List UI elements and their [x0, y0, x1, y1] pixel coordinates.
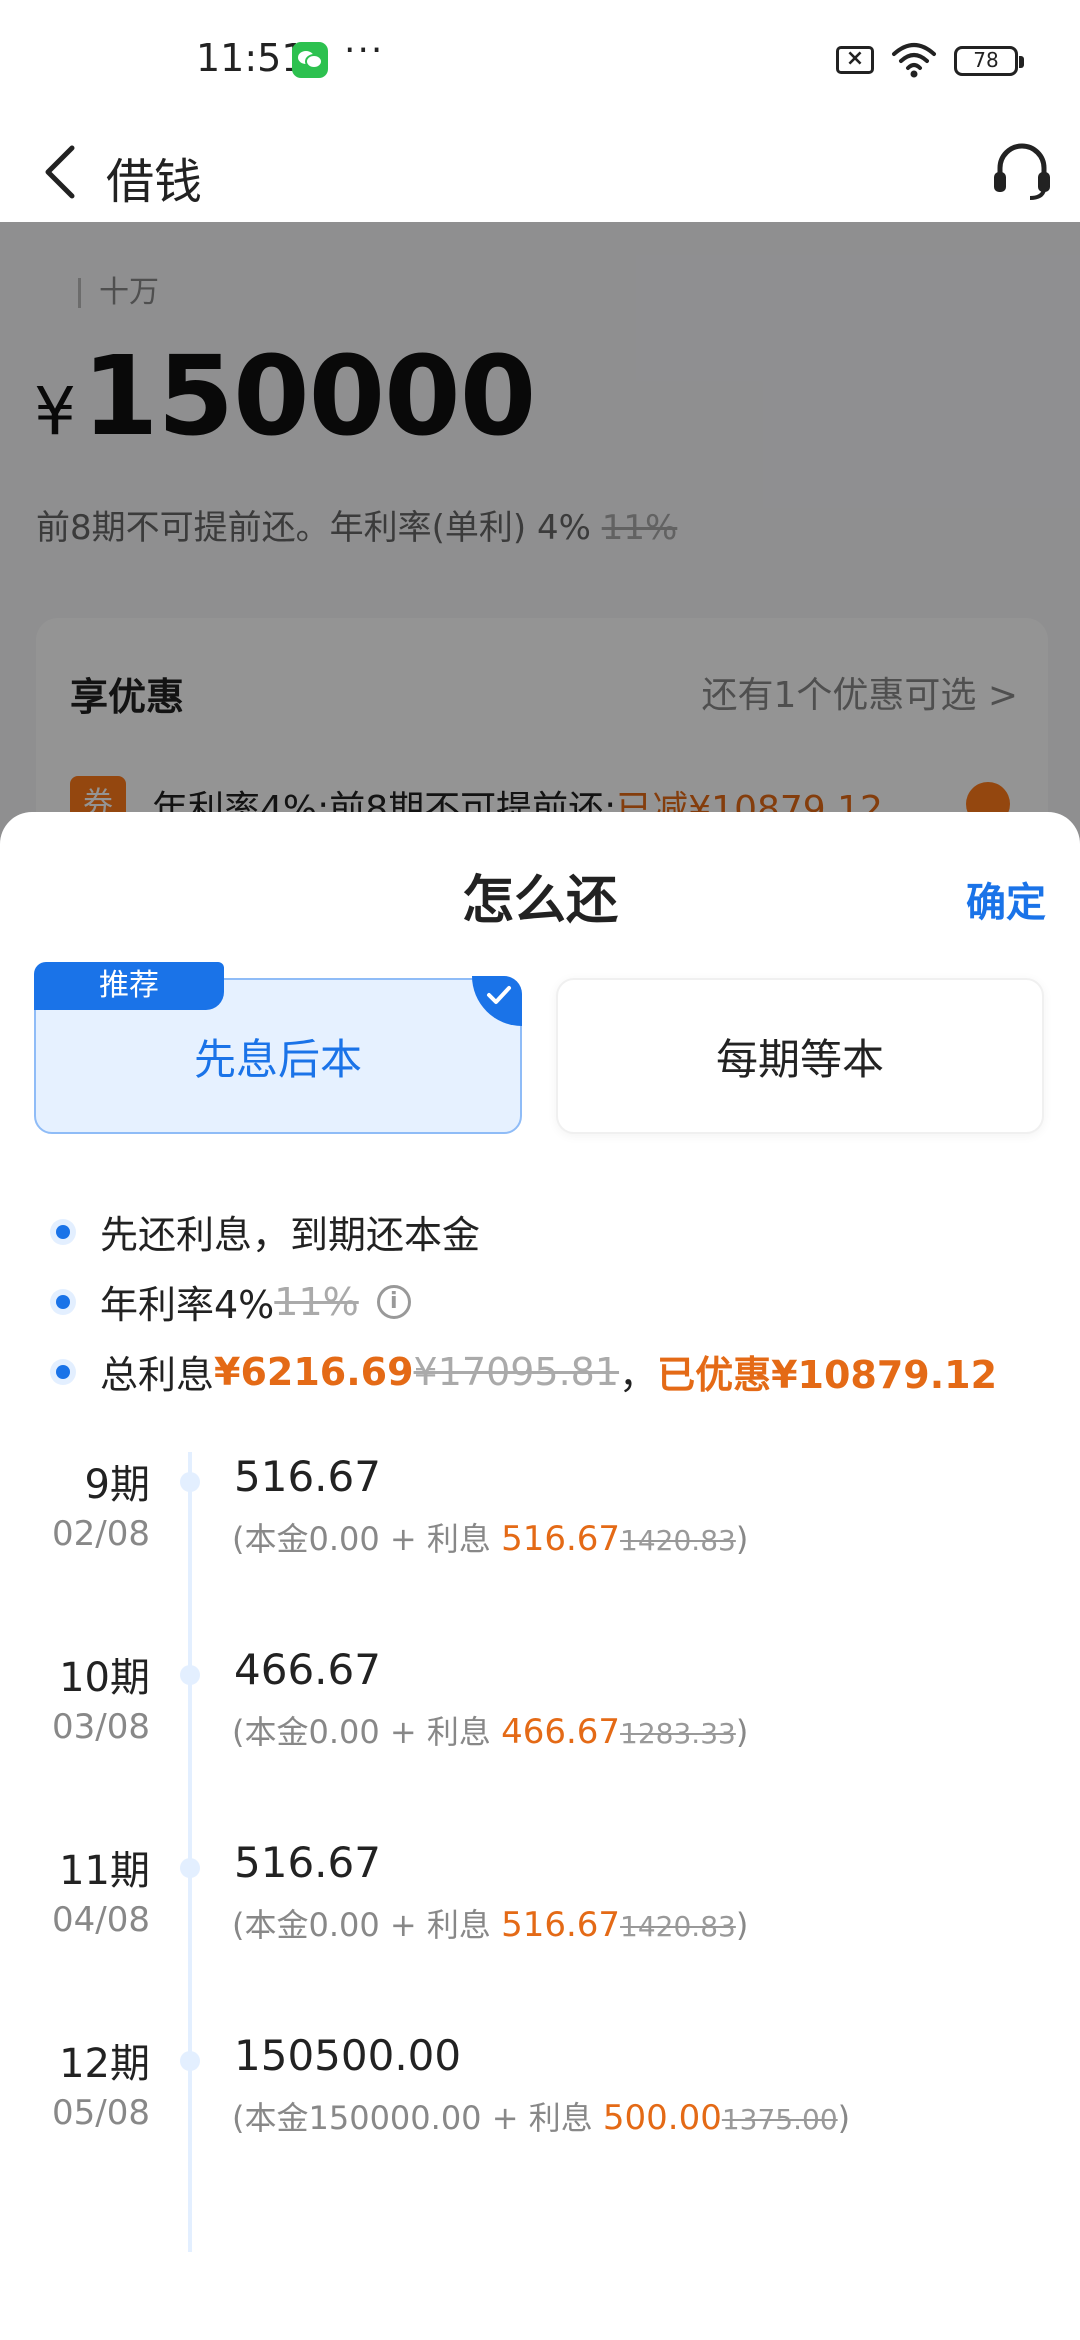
option-label: 先息后本: [193, 1034, 362, 1084]
option-label: 每期等本: [715, 1034, 884, 1084]
detail-principal: (本金0.00 + 利息: [232, 1520, 502, 1558]
wifi-icon: [892, 43, 936, 78]
detail-interest: 516.67: [501, 1519, 621, 1559]
period-date: 04/08: [52, 1900, 150, 1940]
recommend-badge: 推荐: [34, 962, 224, 1010]
confirm-button[interactable]: 确定: [966, 870, 1046, 928]
status-time: 11:51: [196, 36, 306, 80]
period-label: 12期: [59, 2041, 150, 2087]
status-bar: 11:51 ··· × 78: [0, 0, 1080, 120]
period-label: 9期: [84, 1462, 150, 1508]
feature-interest-label: 总利息: [100, 1353, 215, 1397]
period-amount: 516.67: [234, 1838, 381, 1887]
back-button[interactable]: [30, 132, 90, 212]
detail-principal: (本金150000.00 + 利息: [232, 2099, 603, 2137]
period-label: 11期: [59, 1848, 150, 1894]
info-icon[interactable]: i: [376, 1284, 411, 1319]
feature-text: 先还利息，到期还本金: [100, 1213, 481, 1257]
wechat-icon: [292, 42, 328, 78]
feature-sep: ，: [619, 1353, 658, 1397]
timeline-dot: [180, 1472, 200, 1492]
timeline-dot: [180, 2051, 200, 2071]
timeline-dot: [180, 1665, 200, 1685]
feature-interest: ¥6216.69: [214, 1349, 414, 1394]
option-equal-principal[interactable]: 每期等本: [556, 978, 1044, 1134]
period-date: 02/08: [52, 1514, 150, 1554]
more-notifications-icon: ···: [344, 30, 385, 71]
bullet-icon: [56, 1224, 70, 1239]
detail-interest-old: 1375.00: [721, 2103, 838, 2136]
detail-interest-old: 1420.83: [620, 1910, 736, 1943]
period-amount: 516.67: [234, 1452, 381, 1501]
repayment-sheet: 怎么还 确定 先息后本 推荐 每期等本 先还利息，到期还本金 年利率4% 11% …: [0, 812, 1080, 2340]
period-date: 03/08: [52, 1707, 150, 1747]
battery-icon: 78: [954, 46, 1024, 76]
period-detail: (本金0.00 + 利息 466.671283.33): [232, 1707, 748, 1753]
feature-item: 总利息 ¥6216.69 ¥17095.81，已优惠¥10879.12: [56, 1344, 997, 1399]
no-sim-icon: ×: [836, 46, 874, 74]
detail-close: ): [735, 1713, 749, 1751]
customer-service-button[interactable]: [984, 130, 1060, 210]
page-title: 借钱: [106, 154, 203, 210]
feature-item: 先还利息，到期还本金: [56, 1204, 480, 1259]
schedule-row: 9期 02/08 516.67 (本金0.00 + 利息 516.671420.…: [0, 1452, 1080, 1602]
detail-principal: (本金0.00 + 利息: [232, 1906, 502, 1944]
timeline-dot: [180, 1858, 200, 1878]
chevron-left-icon: [45, 145, 75, 199]
sheet-title: 怎么还: [461, 871, 618, 931]
detail-interest-old: 1420.83: [620, 1524, 736, 1557]
period-amount: 466.67: [234, 1645, 381, 1694]
detail-interest: 466.67: [501, 1712, 621, 1752]
period-amount: 150500.00: [234, 2031, 462, 2080]
detail-interest: 516.67: [501, 1905, 621, 1945]
detail-interest: 500.00: [602, 2098, 722, 2138]
bullet-icon: [56, 1294, 70, 1309]
period-detail: (本金0.00 + 利息 516.671420.83): [232, 1514, 748, 1560]
schedule-row: 12期 05/08 150500.00 (本金150000.00 + 利息 50…: [0, 2031, 1080, 2181]
detail-close: ): [837, 2099, 851, 2137]
feature-rate-old: 11%: [274, 1279, 359, 1324]
period-date: 05/08: [52, 2093, 150, 2133]
detail-close: ): [735, 1906, 749, 1944]
period-detail: (本金0.00 + 利息 516.671420.83): [232, 1900, 748, 1946]
period-label: 10期: [59, 1655, 150, 1701]
feature-saved: 已优惠¥10879.12: [657, 1353, 998, 1397]
repayment-schedule: 9期 02/08 516.67 (本金0.00 + 利息 516.671420.…: [0, 1452, 1080, 2340]
app-header: 借钱: [0, 120, 1080, 222]
headset-icon: [994, 143, 1050, 200]
feature-rate: 年利率4%: [100, 1283, 275, 1327]
detail-principal: (本金0.00 + 利息: [232, 1713, 502, 1751]
feature-interest-old: ¥17095.81: [413, 1349, 620, 1394]
detail-interest-old: 1283.33: [620, 1717, 736, 1750]
feature-item: 年利率4% 11% i: [56, 1274, 411, 1329]
detail-close: ): [735, 1520, 749, 1558]
schedule-row: 10期 03/08 466.67 (本金0.00 + 利息 466.671283…: [0, 1645, 1080, 1795]
bullet-icon: [56, 1364, 70, 1379]
schedule-row: 11期 04/08 516.67 (本金0.00 + 利息 516.671420…: [0, 1838, 1080, 1988]
period-detail: (本金150000.00 + 利息 500.001375.00): [232, 2093, 850, 2139]
